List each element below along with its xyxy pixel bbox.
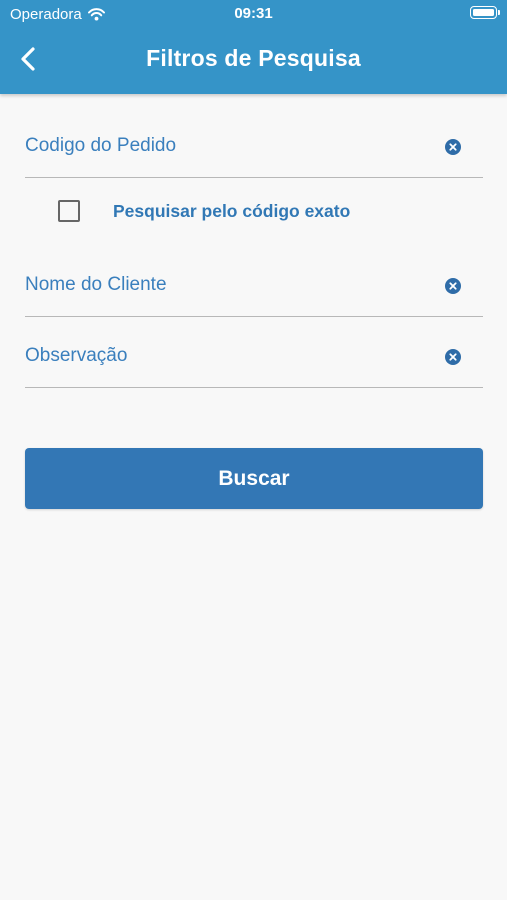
- battery-icon: [470, 6, 500, 19]
- app-header: Operadora 09:31 Filtros de Pesquisa: [0, 0, 507, 94]
- client-name-input[interactable]: [25, 267, 435, 303]
- exact-code-checkbox[interactable]: [58, 200, 80, 222]
- clear-icon[interactable]: [445, 139, 461, 155]
- navigation-bar: Filtros de Pesquisa: [0, 28, 507, 94]
- observation-input[interactable]: [25, 338, 435, 374]
- order-code-field: [25, 128, 483, 178]
- page-title: Filtros de Pesquisa: [146, 45, 361, 71]
- observation-field: [25, 338, 483, 388]
- status-time: 09:31: [234, 5, 273, 22]
- exact-code-label[interactable]: Pesquisar pelo código exato: [113, 201, 350, 222]
- clear-icon[interactable]: [445, 349, 461, 365]
- exact-code-option: Pesquisar pelo código exato: [58, 199, 350, 223]
- order-code-input[interactable]: [25, 128, 435, 164]
- clear-icon[interactable]: [445, 278, 461, 294]
- search-button[interactable]: Buscar: [25, 448, 483, 509]
- status-bar: Operadora 09:31: [0, 0, 507, 28]
- client-name-field: [25, 267, 483, 317]
